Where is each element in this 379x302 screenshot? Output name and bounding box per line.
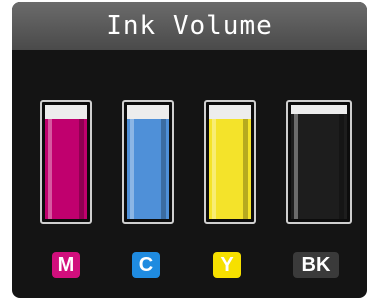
ink-level-black — [291, 114, 347, 219]
badge-yellow: Y — [213, 252, 241, 278]
cartridge-magenta — [40, 100, 92, 224]
page-title: Ink Volume — [106, 11, 273, 41]
ink-volume-screen: Ink Volume M C Y BK — [12, 2, 367, 298]
cartridge-window — [291, 105, 347, 219]
ink-level-yellow — [209, 118, 251, 219]
badge-black: BK — [293, 252, 339, 278]
title-bar: Ink Volume — [12, 2, 367, 50]
cartridge-cyan — [122, 100, 174, 224]
cartridge-window — [45, 105, 87, 219]
cartridge-yellow — [204, 100, 256, 224]
cartridge-window — [127, 105, 169, 219]
ink-level-cyan — [127, 118, 169, 219]
cartridge-black — [286, 100, 352, 224]
badge-cyan: C — [132, 252, 160, 278]
badge-magenta: M — [52, 252, 80, 278]
cartridge-window — [209, 105, 251, 219]
ink-level-magenta — [45, 118, 87, 219]
